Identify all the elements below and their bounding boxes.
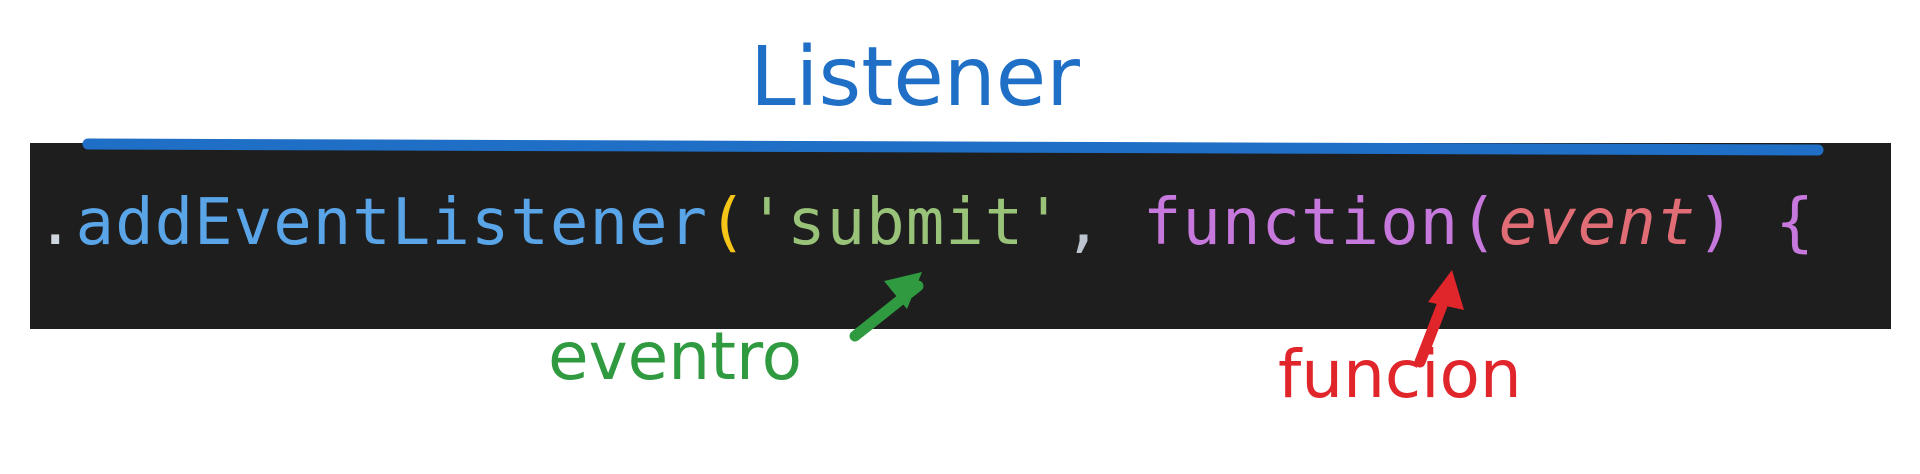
listener-underline — [82, 138, 1824, 156]
funcion-label: funcion — [1278, 336, 1522, 413]
funcion-arrow-head — [1428, 270, 1464, 310]
eventro-label: eventro — [548, 318, 803, 395]
listener-label: Listener — [750, 30, 1080, 125]
